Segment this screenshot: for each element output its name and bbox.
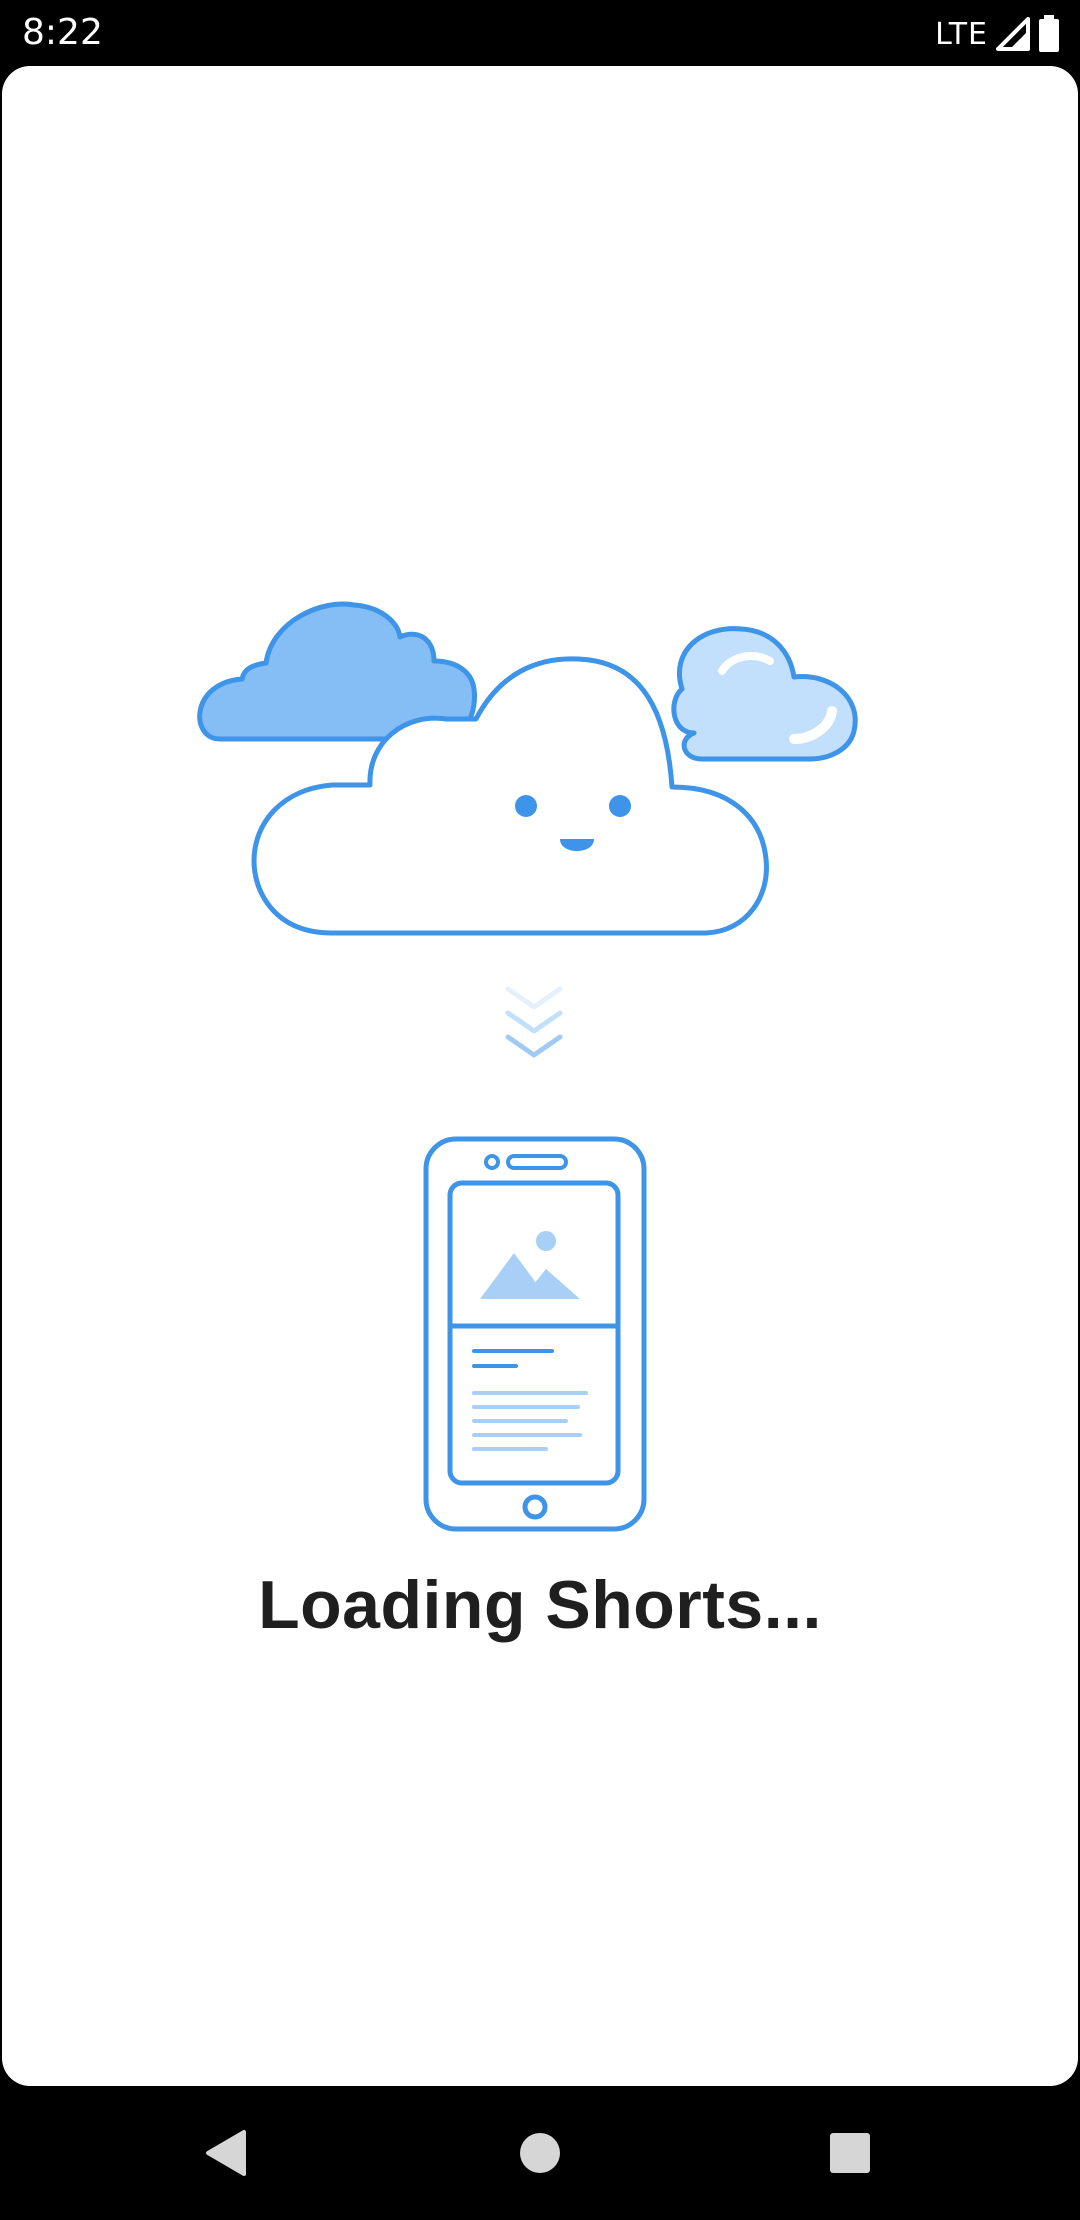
recents-icon bbox=[830, 2133, 870, 2173]
download-arrows-icon bbox=[505, 986, 563, 1058]
cloud-eye-right bbox=[609, 795, 631, 817]
battery-icon bbox=[1039, 15, 1059, 52]
status-bar: 8:22 LTE bbox=[0, 0, 1080, 66]
screen: 8:22 LTE Loading Shorts... bbox=[0, 0, 1080, 2220]
right-cloud-icon bbox=[671, 626, 858, 762]
phone-icon bbox=[423, 1136, 647, 1532]
status-time: 8:22 bbox=[22, 12, 103, 53]
nav-home-button[interactable] bbox=[460, 2086, 620, 2220]
home-icon bbox=[520, 2133, 560, 2173]
cloud-eye-left bbox=[515, 795, 537, 817]
back-icon bbox=[206, 2130, 246, 2176]
navigation-bar bbox=[0, 2086, 1080, 2220]
nav-recents-button[interactable] bbox=[770, 2086, 930, 2220]
loading-title: Loading Shorts... bbox=[258, 1567, 822, 1643]
status-icons: LTE bbox=[935, 12, 1060, 56]
network-type: LTE bbox=[935, 16, 988, 52]
loading-screen: Loading Shorts... bbox=[2, 66, 1078, 2086]
nav-back-button[interactable] bbox=[146, 2086, 306, 2220]
loading-illustration bbox=[197, 601, 858, 1532]
signal-icon bbox=[996, 17, 1030, 51]
